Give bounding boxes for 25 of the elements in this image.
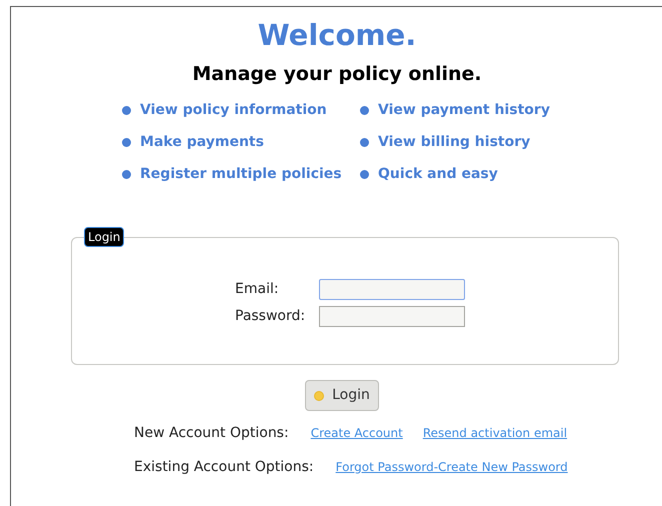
bullet-icon (360, 106, 370, 114)
subheading: Manage your policy online. (192, 62, 482, 86)
options-label: Existing Account Options: (134, 458, 314, 476)
bullet-icon (360, 138, 370, 146)
feature-item: View billing history (378, 132, 530, 152)
field-label: Email: (235, 280, 280, 299)
account-link[interactable]: Resend activation email (422, 424, 568, 442)
bullet-icon (122, 106, 132, 114)
bullet-icon (122, 138, 132, 146)
password-field[interactable] (319, 306, 465, 327)
field-label: Password: (235, 307, 306, 326)
bullet-icon (122, 170, 132, 178)
login-button[interactable]: Login (305, 380, 379, 411)
bullet-icon (360, 170, 370, 178)
welcome-heading: Welcome. (258, 17, 416, 53)
feature-item: Make payments (140, 132, 264, 152)
account-link[interactable]: Forgot Password-Create New Password (336, 458, 568, 476)
login-legend: Login (84, 227, 124, 247)
feature-item: Quick and easy (378, 164, 498, 184)
feature-item: Register multiple policies (140, 164, 342, 184)
feature-item: View policy information (140, 100, 327, 120)
email-field[interactable] (319, 279, 465, 300)
account-link[interactable]: Create Account (310, 424, 403, 442)
feature-item: View payment history (378, 100, 550, 120)
options-label: New Account Options: (134, 424, 289, 442)
